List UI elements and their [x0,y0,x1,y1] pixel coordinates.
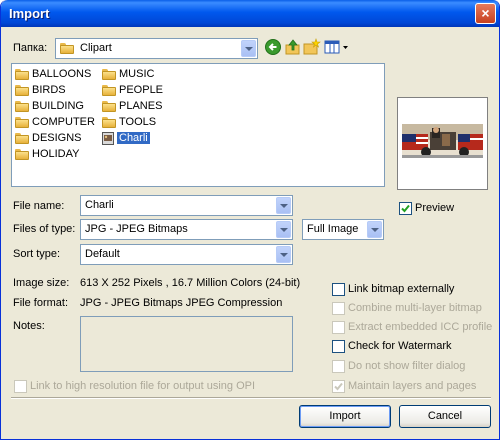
file-name-label: File name: [13,200,65,212]
no-filter-dialog-label: Do not show filter dialog [348,360,466,372]
folder-icon [15,85,29,96]
up-folder-icon[interactable] [284,38,302,56]
close-icon: × [481,5,490,21]
folder-icon [15,101,29,112]
preview-pane [397,97,488,190]
files-of-type-label: Files of type: [13,223,76,235]
file-list[interactable]: BALLOONS BIRDS BUILDING COMPUTER DESIGNS… [11,63,385,187]
file-format-label: File format: [13,297,69,309]
separator [11,397,491,399]
file-name-value: Charli [85,199,114,211]
back-icon[interactable] [264,38,282,56]
import-dialog: Import × Папка: Clipart BALLOONS BIRDS B… [0,0,500,440]
chevron-down-icon[interactable] [367,221,382,238]
folder-icon [102,101,116,112]
sort-type-label: Sort type: [13,248,61,260]
maintain-layers-label: Maintain layers and pages [348,380,477,392]
link-bitmap-checkbox[interactable] [332,283,345,296]
new-folder-icon[interactable] [303,38,321,56]
dialog-title: Import [9,6,50,21]
check-watermark-checkbox[interactable] [332,340,345,353]
opi-link-checkbox [14,380,27,393]
files-of-type-combo[interactable]: JPG - JPEG Bitmaps [80,219,293,240]
combine-layers-label: Combine multi-layer bitmap [348,302,482,314]
image-size-value: 613 X 252 Pixels , 16.7 Million Colors (… [80,277,301,289]
opi-link-label: Link to high resolution file for output … [30,380,256,392]
folder-icon [102,69,116,80]
sort-type-combo[interactable]: Default [80,244,293,265]
combine-layers-checkbox [332,302,345,315]
notes-box [80,316,293,372]
no-filter-dialog-checkbox [332,360,345,373]
import-button-label: Import [329,410,361,422]
folder-icon [15,117,29,128]
cancel-button[interactable]: Cancel [399,405,491,428]
folder-icon [15,69,29,80]
extract-icc-label: Extract embedded ICC profile [348,321,493,333]
notes-label: Notes: [13,320,45,332]
import-button[interactable]: Import [299,405,391,428]
sort-type-value: Default [85,248,120,260]
look-in-label: Папка: [13,42,48,54]
chevron-down-icon[interactable] [276,221,291,238]
close-button[interactable]: × [475,3,496,24]
import-mode-combo[interactable]: Full Image [302,219,384,240]
check-watermark-label: Check for Watermark [348,340,452,352]
import-mode-value: Full Image [307,223,359,235]
preview-checkbox[interactable] [399,202,412,215]
maintain-layers-checkbox [332,380,345,393]
preview-label: Preview [415,202,455,214]
look-in-value: Clipart [80,42,112,54]
image-file-icon [102,132,114,145]
folder-icon [102,117,116,128]
preview-image [402,124,483,158]
files-of-type-value: JPG - JPEG Bitmaps [85,223,188,235]
link-bitmap-label: Link bitmap externally [348,283,455,295]
extract-icc-checkbox [332,321,345,334]
folder-icon [60,42,74,54]
file-format-value: JPG - JPEG Bitmaps JPEG Compression [80,297,283,309]
chevron-down-icon[interactable] [241,40,256,57]
image-size-label: Image size: [13,277,70,289]
folder-icon [15,149,29,160]
folder-icon [102,85,116,96]
file-name-input[interactable]: Charli [80,195,293,216]
chevron-down-icon[interactable] [276,246,291,263]
folder-icon [15,133,29,144]
chevron-down-icon[interactable] [276,197,291,214]
cancel-button-label: Cancel [427,410,463,422]
view-menu-icon[interactable] [324,38,350,56]
title-bar[interactable]: Import × [1,0,499,27]
look-in-combo[interactable]: Clipart [55,38,258,59]
